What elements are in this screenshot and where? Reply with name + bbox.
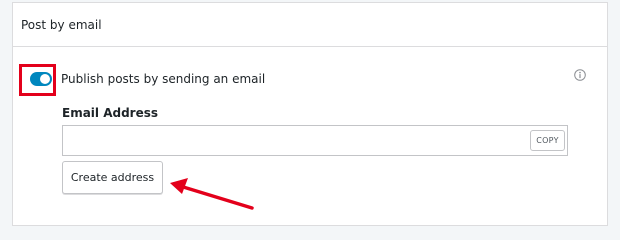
publish-by-email-toggle[interactable]	[30, 72, 52, 86]
copy-button[interactable]: COPY	[530, 130, 565, 151]
email-address-input[interactable]	[69, 131, 519, 150]
create-address-button[interactable]: Create address	[62, 161, 163, 194]
email-address-label: Email Address	[62, 106, 159, 120]
toggle-knob	[40, 74, 50, 84]
email-address-field: COPY	[62, 125, 568, 156]
card-header: Post by email	[13, 3, 607, 47]
info-icon[interactable]	[574, 69, 586, 81]
card-title: Post by email	[21, 18, 102, 32]
toggle-label: Publish posts by sending an email	[61, 72, 266, 86]
